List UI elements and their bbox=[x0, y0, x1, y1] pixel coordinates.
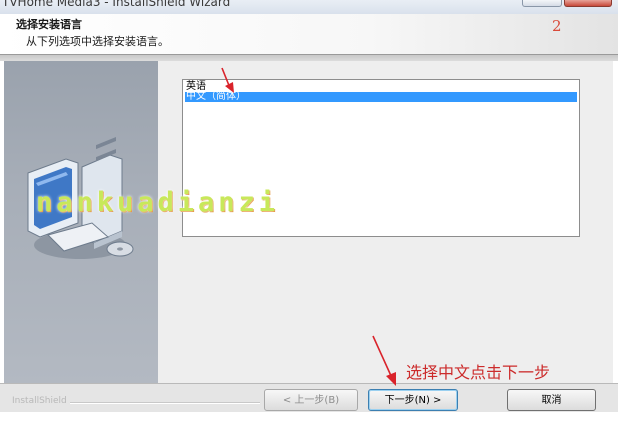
cancel-button[interactable]: 取消 bbox=[507, 389, 596, 411]
wizard-sidebar bbox=[4, 61, 158, 383]
installshield-brand: InstallShield bbox=[12, 396, 67, 406]
wizard-header: 选择安装语言 从下列选项中选择安装语言。 2 bbox=[0, 14, 618, 55]
watermark-text: nankuadianzi bbox=[36, 187, 280, 218]
page-bottom-margin bbox=[0, 412, 618, 437]
red-arrow-to-next bbox=[372, 335, 396, 386]
instruction-annotation: 选择中文点击下一步 bbox=[406, 363, 551, 382]
footer-etched-line bbox=[70, 402, 260, 404]
red-arrow-to-list bbox=[221, 67, 234, 93]
close-button[interactable] bbox=[564, 0, 612, 7]
step-number-annotation: 2 bbox=[552, 17, 562, 35]
page-title: 选择安装语言 bbox=[16, 18, 82, 31]
maximize-button[interactable] bbox=[522, 0, 562, 7]
back-button[interactable]: < 上一步(B) bbox=[264, 389, 358, 411]
wizard-footer: InstallShield < 上一步(B) 下一步(N) > 取消 bbox=[0, 383, 618, 412]
title-bar: TVHome Media3 - InstallShield Wizard bbox=[0, 0, 618, 14]
window-title: TVHome Media3 - InstallShield Wizard bbox=[2, 0, 231, 9]
page-subtitle: 从下列选项中选择安装语言。 bbox=[26, 35, 169, 48]
next-button[interactable]: 下一步(N) > bbox=[368, 389, 458, 411]
list-item-chinese-simplified[interactable]: 中文（简体） bbox=[185, 92, 577, 102]
